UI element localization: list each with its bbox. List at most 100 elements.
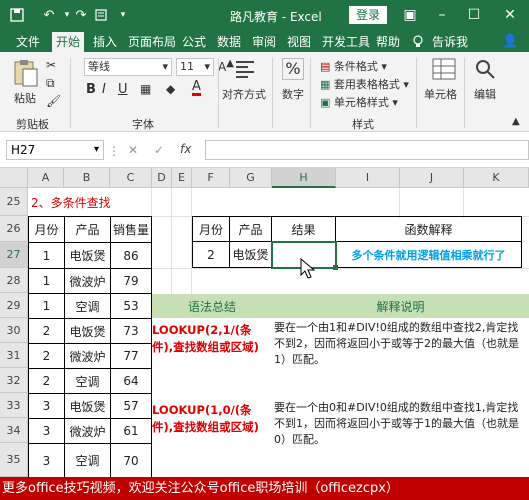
column-header-g[interactable]: G bbox=[230, 168, 272, 188]
column-header-b[interactable]: B bbox=[64, 168, 110, 188]
table-cell[interactable]: 微波炉 bbox=[65, 344, 111, 369]
undo-icon[interactable]: ↶ bbox=[40, 6, 58, 24]
paste-label[interactable]: 粘贴 bbox=[14, 90, 36, 106]
fill-handle[interactable] bbox=[333, 265, 338, 270]
format-painter-icon[interactable]: 🖌 bbox=[46, 94, 61, 108]
column-header-e[interactable]: E bbox=[172, 168, 192, 188]
row-header-26[interactable]: 26 bbox=[0, 216, 28, 242]
table-cell[interactable]: 2 bbox=[29, 369, 65, 394]
cell-styles-button[interactable]: ▣ 单元格样式 ▾ bbox=[320, 94, 398, 110]
copy-icon[interactable]: ⧉ bbox=[46, 76, 55, 91]
table-cell[interactable]: 空调 bbox=[65, 294, 111, 319]
enter-icon[interactable]: ✓ bbox=[154, 143, 164, 157]
customize-toolbar-icon[interactable]: ▾ bbox=[114, 6, 132, 24]
table-cell[interactable]: 电饭煲 bbox=[65, 319, 111, 344]
tab-insert[interactable]: 插入 bbox=[89, 32, 121, 52]
table-header[interactable]: 月份 bbox=[29, 217, 65, 243]
conditional-format-button[interactable]: ▤ 条件格式 ▾ bbox=[320, 58, 387, 74]
table-cell[interactable]: 57 bbox=[111, 394, 152, 419]
cancel-icon[interactable]: ✕ bbox=[128, 143, 138, 157]
underline-button[interactable]: U bbox=[118, 82, 128, 97]
table-header[interactable]: 销售量 bbox=[111, 217, 152, 243]
column-header-f[interactable]: F bbox=[192, 168, 230, 188]
save-icon[interactable] bbox=[8, 6, 26, 24]
formula-input[interactable] bbox=[205, 140, 529, 160]
table-cell[interactable]: 空调 bbox=[65, 369, 111, 394]
table-cell[interactable]: 73 bbox=[111, 319, 152, 344]
lookup-cell[interactable]: 电饭煲 bbox=[230, 242, 272, 268]
search-icon[interactable] bbox=[474, 58, 496, 83]
fx-icon[interactable]: fx bbox=[180, 142, 191, 156]
column-header-j[interactable]: J bbox=[400, 168, 464, 188]
syntax-lookup-1[interactable]: LOOKUP(1,0/(条件),查找数组或区域) bbox=[152, 398, 272, 448]
tab-formulas[interactable]: 公式 bbox=[178, 32, 210, 52]
column-header-d[interactable]: D bbox=[152, 168, 172, 188]
syntax-header[interactable]: 语法总结 bbox=[152, 294, 272, 318]
tab-home[interactable]: 开始 bbox=[52, 32, 85, 52]
table-cell[interactable]: 3 bbox=[29, 394, 65, 419]
function-explanation[interactable]: 多个条件就用逻辑值相乘就行了 bbox=[336, 242, 522, 268]
tab-data[interactable]: 数据 bbox=[213, 32, 245, 52]
column-header-c[interactable]: C bbox=[110, 168, 152, 188]
section-title[interactable]: 2、多条件查找 bbox=[28, 188, 228, 216]
column-header-h[interactable]: H bbox=[272, 168, 336, 188]
bold-button[interactable]: B bbox=[86, 82, 96, 97]
lookup-header[interactable]: 结果 bbox=[272, 217, 336, 242]
share-icon[interactable]: 👤 bbox=[498, 32, 522, 52]
lookup-header[interactable]: 月份 bbox=[193, 217, 230, 242]
select-all-corner[interactable] bbox=[0, 168, 28, 188]
table-cell[interactable]: 微波炉 bbox=[65, 269, 111, 294]
tab-view[interactable]: 视图 bbox=[283, 32, 315, 52]
form-icon[interactable] bbox=[92, 6, 110, 24]
tab-developer[interactable]: 开发工具 bbox=[318, 32, 374, 52]
cells-icon[interactable] bbox=[432, 58, 456, 83]
table-cell[interactable]: 3 bbox=[29, 444, 65, 478]
row-header-33[interactable]: 33 bbox=[0, 393, 28, 418]
close-icon[interactable]: ✕ bbox=[500, 4, 520, 26]
table-cell[interactable]: 53 bbox=[111, 294, 152, 319]
table-cell[interactable]: 2 bbox=[29, 319, 65, 344]
syntax-lookup-2[interactable]: LOOKUP(2,1/(条件),查找数组或区域) bbox=[152, 318, 272, 368]
minimize-icon[interactable]: – bbox=[432, 4, 452, 26]
fill-color-icon[interactable]: ◆ bbox=[166, 82, 175, 96]
ribbon-display-icon[interactable]: ▣ bbox=[400, 4, 420, 26]
font-size-select[interactable]: 11 ▾ bbox=[176, 58, 214, 76]
tab-help[interactable]: 帮助 bbox=[372, 32, 404, 52]
cut-icon[interactable]: ✂ bbox=[46, 58, 56, 72]
cells-label[interactable]: 单元格 bbox=[424, 86, 457, 102]
edit-label[interactable]: 编辑 bbox=[474, 86, 496, 102]
table-cell[interactable]: 1 bbox=[29, 294, 65, 319]
percent-icon[interactable]: % bbox=[282, 58, 304, 80]
font-color-button[interactable]: A bbox=[192, 80, 201, 96]
explanation-lookup-1[interactable]: 要在一个由0和#DIV!0组成的数组中查找1,肯定找不到1，因而将返回小于或等于… bbox=[274, 398, 524, 450]
table-cell[interactable]: 电饭煲 bbox=[65, 243, 111, 269]
tab-review[interactable]: 审阅 bbox=[248, 32, 280, 52]
table-cell[interactable]: 79 bbox=[111, 269, 152, 294]
login-button[interactable]: 登录 bbox=[349, 6, 387, 24]
explanation-header[interactable]: 解释说明 bbox=[272, 294, 529, 318]
italic-button[interactable]: I bbox=[102, 82, 106, 97]
row-header-34[interactable]: 34 bbox=[0, 418, 28, 443]
paste-icon[interactable] bbox=[12, 58, 40, 87]
align-icon[interactable] bbox=[234, 58, 256, 83]
tab-file[interactable]: 文件 bbox=[12, 32, 44, 52]
font-name-select[interactable]: 等线 ▾ bbox=[84, 58, 172, 76]
row-header-29[interactable]: 29 bbox=[0, 293, 28, 318]
column-header-k[interactable]: K bbox=[464, 168, 529, 188]
table-cell[interactable]: 1 bbox=[29, 269, 65, 294]
row-header-27[interactable]: 27 bbox=[0, 242, 28, 268]
tab-page-layout[interactable]: 页面布局 bbox=[124, 32, 180, 52]
explanation-lookup-2[interactable]: 要在一个由1和#DIV!0组成的数组中查找2,肯定找不到2，因而将返回小于或等于… bbox=[274, 318, 524, 370]
table-header[interactable]: 产品 bbox=[65, 217, 111, 243]
lightbulb-icon[interactable] bbox=[412, 32, 426, 52]
format-as-table-button[interactable]: ▦ 套用表格格式 ▾ bbox=[320, 76, 409, 92]
row-header-32[interactable]: 32 bbox=[0, 368, 28, 393]
table-cell[interactable]: 1 bbox=[29, 243, 65, 269]
increase-font-icon[interactable]: A▲ bbox=[218, 58, 234, 74]
row-header-30[interactable]: 30 bbox=[0, 318, 28, 343]
maximize-icon[interactable]: ☐ bbox=[464, 4, 484, 26]
table-cell[interactable]: 64 bbox=[111, 369, 152, 394]
table-cell[interactable]: 2 bbox=[29, 344, 65, 369]
column-header-i[interactable]: I bbox=[336, 168, 400, 188]
table-cell[interactable]: 电饭煲 bbox=[65, 394, 111, 419]
